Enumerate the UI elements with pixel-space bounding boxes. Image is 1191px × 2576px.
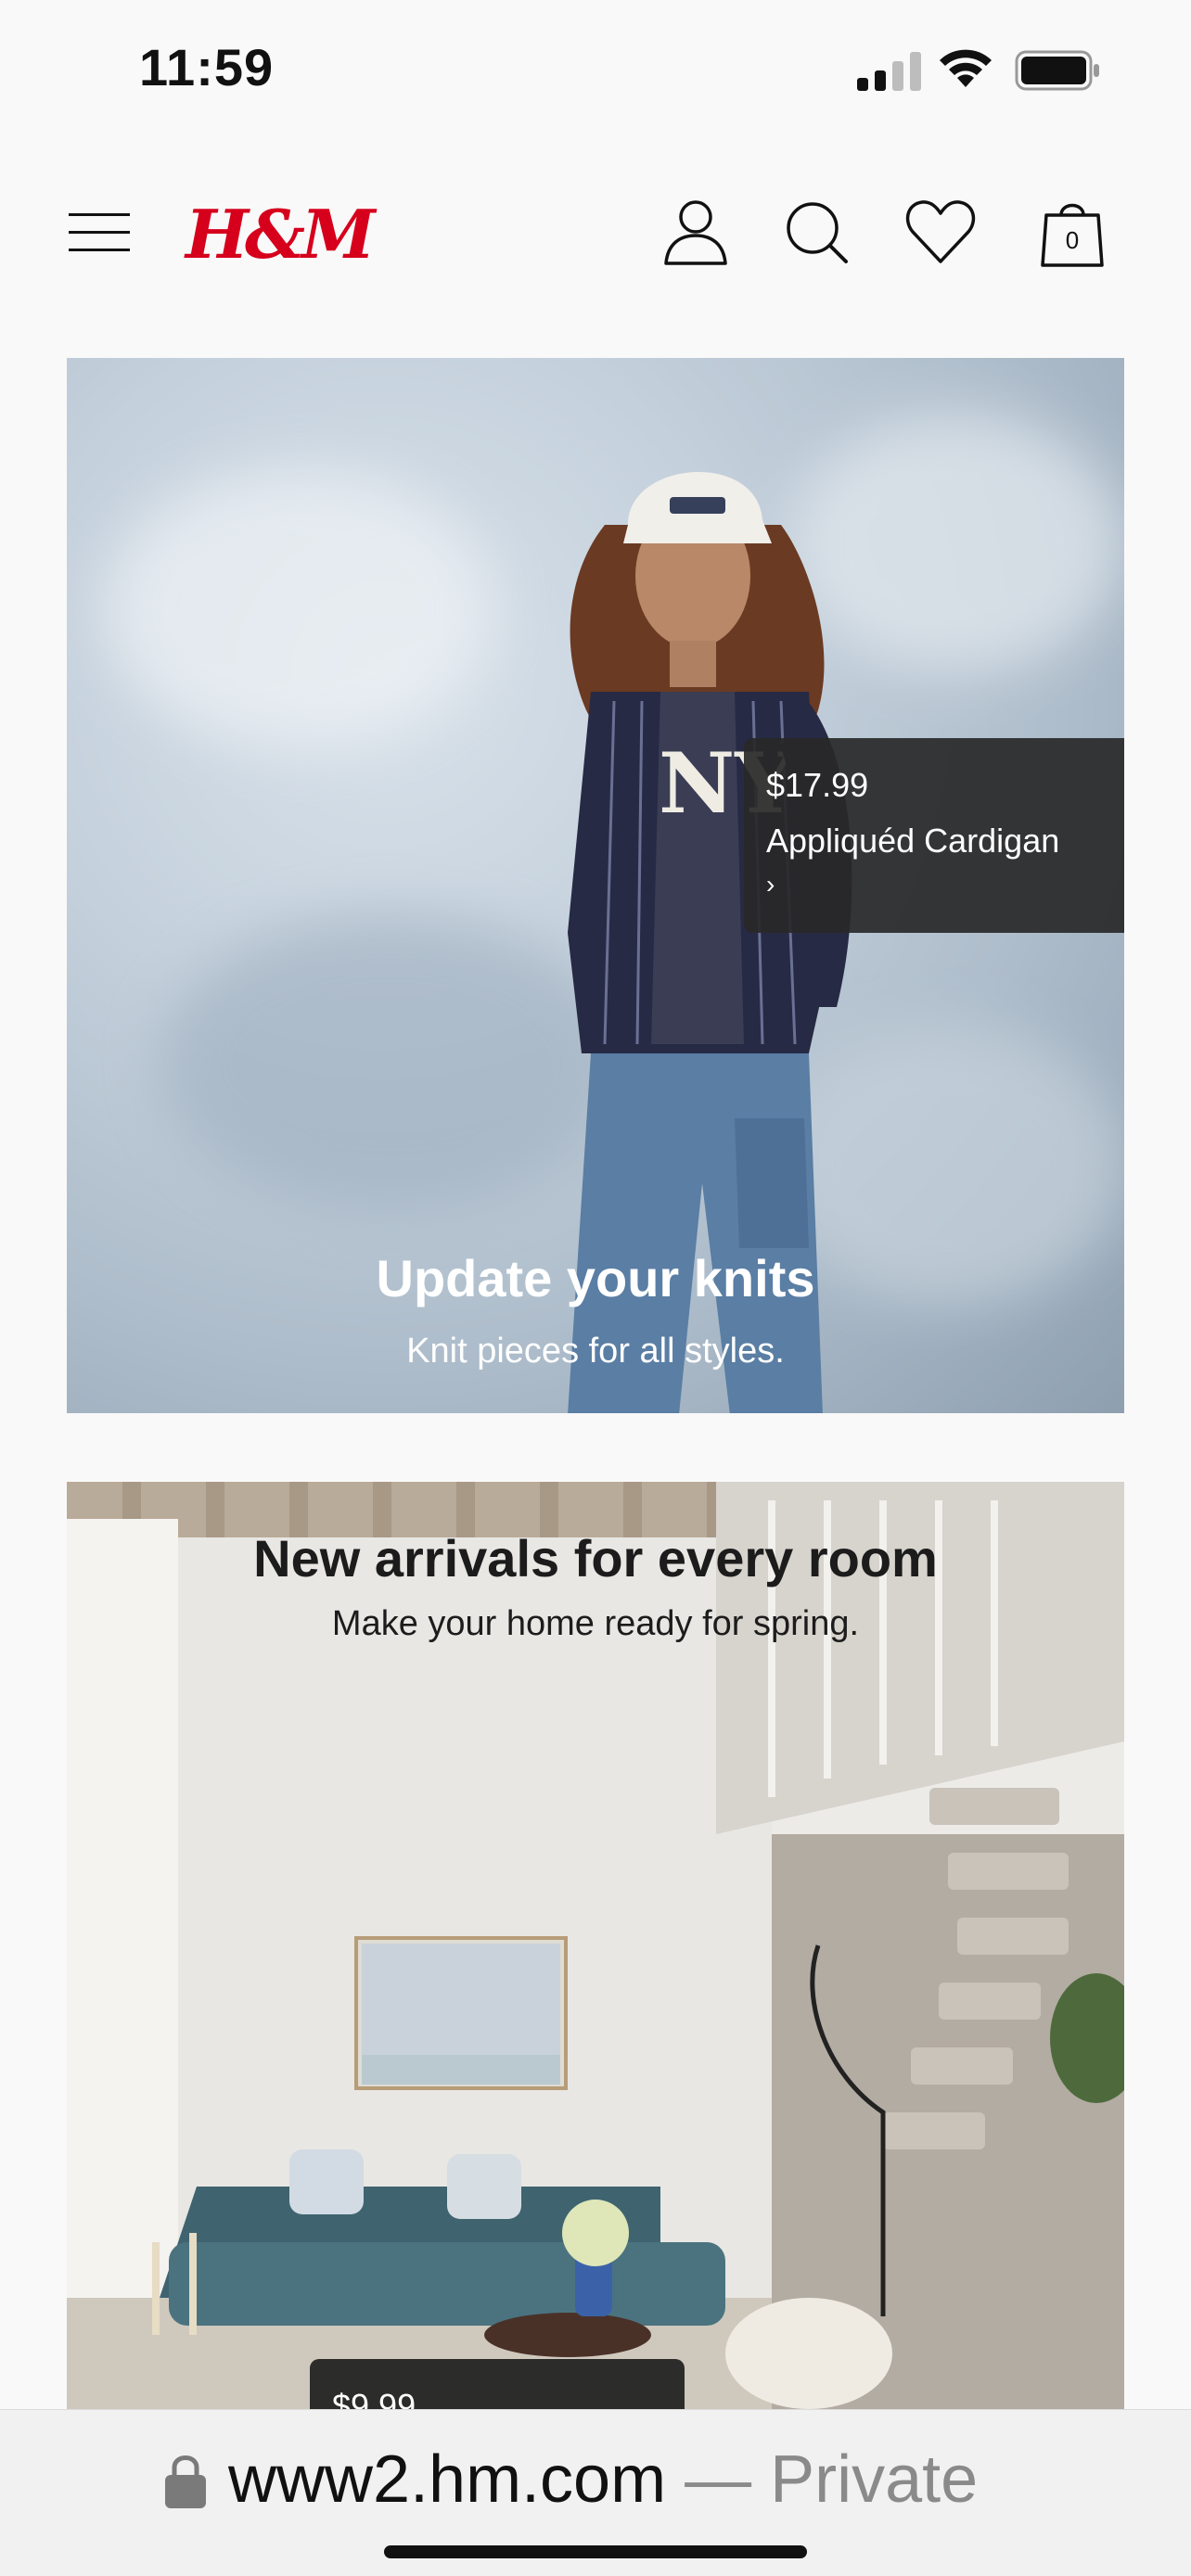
hero-knits-banner[interactable]: NY $17.99 Appliquéd Cardigan › Update yo…	[67, 358, 1124, 1413]
site-header: H&M 0	[0, 167, 1191, 297]
browser-url-bar[interactable]: www2.hm.com — Private	[0, 2409, 1191, 2576]
product-tag-home[interactable]: $9.99	[310, 2359, 685, 2409]
brand-logo[interactable]: H&M	[186, 195, 376, 274]
hero2-subtitle: Make your home ready for spring.	[331, 1604, 860, 1643]
status-bar: 11:59	[0, 0, 1191, 139]
product-name: Appliquéd Cardigan	[766, 822, 1060, 860]
url-domain: www2.hm.com	[228, 2442, 667, 2517]
account-icon[interactable]	[659, 195, 733, 269]
bag-count: 0	[1065, 226, 1080, 254]
hero-home-banner[interactable]: New arrivals for every room Make your ho…	[67, 1482, 1124, 2409]
signal-icon	[857, 52, 921, 91]
wifi-icon	[940, 49, 992, 87]
hero2-title: New arrivals for every room	[253, 1529, 938, 1588]
heart-icon[interactable]	[903, 195, 978, 269]
search-icon[interactable]	[779, 195, 853, 269]
product-tag-cardigan[interactable]: $17.99 Appliquéd Cardigan ›	[744, 738, 1124, 933]
home-indicator[interactable]	[384, 2545, 807, 2558]
status-time: 11:59	[139, 38, 275, 96]
lock-icon	[165, 2455, 206, 2508]
battery-icon	[1015, 50, 1099, 91]
hero1-title: Update your knits	[376, 1249, 815, 1307]
menu-icon[interactable]	[69, 211, 130, 254]
sky-cloud	[104, 469, 493, 747]
chevron-right-icon: ›	[766, 870, 775, 899]
url-private-label: — Private	[685, 2442, 979, 2517]
url-text[interactable]: www2.hm.com — Private	[228, 2442, 978, 2518]
product-price: $9.99	[332, 2387, 416, 2409]
hero1-subtitle: Knit pieces for all styles.	[406, 1332, 785, 1371]
shopping-bag-button[interactable]: 0	[1035, 195, 1109, 269]
product-price: $17.99	[766, 766, 869, 804]
